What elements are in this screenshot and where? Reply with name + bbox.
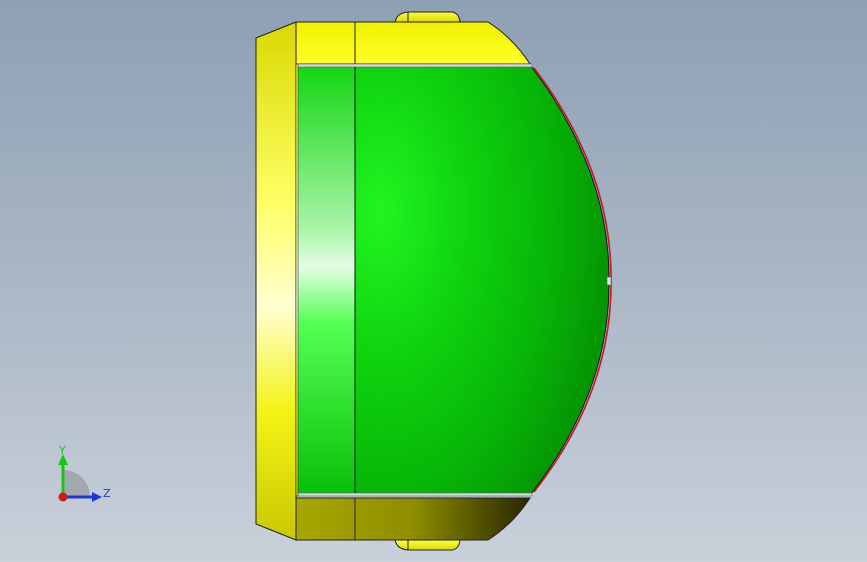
top-seam xyxy=(295,63,533,68)
graphics-viewport[interactable] xyxy=(0,0,867,562)
flange-inner-ring xyxy=(295,63,299,497)
triad-z-arrow xyxy=(92,492,102,502)
triad-quadrant xyxy=(63,470,90,497)
triad-z-label: Z xyxy=(103,487,111,500)
bottom-seam xyxy=(295,492,533,497)
top-mounting-tab xyxy=(394,11,461,23)
axis-triad: Y Z xyxy=(58,444,111,502)
top-housing-band xyxy=(295,21,531,65)
lens-ring-section xyxy=(295,65,356,495)
bottom-mounting-tab xyxy=(394,539,461,551)
lens-dome xyxy=(354,65,610,495)
lens-apex-marker xyxy=(606,276,612,286)
outer-flange xyxy=(255,21,297,541)
triad-x-origin xyxy=(58,492,68,502)
triad-y-label: Y xyxy=(58,444,66,457)
bottom-housing-band xyxy=(295,497,531,541)
